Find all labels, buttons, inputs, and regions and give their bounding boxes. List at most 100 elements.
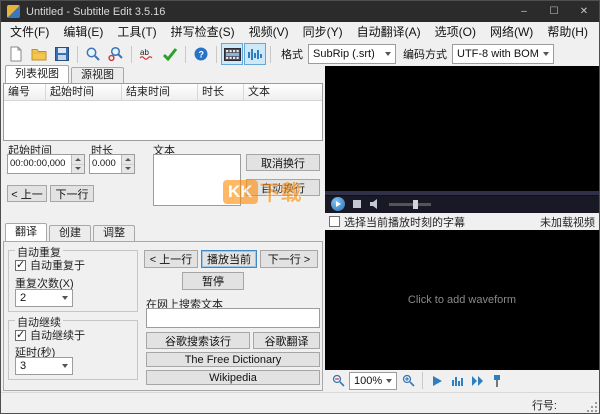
minimize-button[interactable]: –	[509, 1, 539, 22]
tab-create[interactable]: 创建	[49, 225, 91, 241]
spin-buttons[interactable]	[71, 155, 84, 173]
fix-errors-button[interactable]	[159, 43, 181, 65]
menu-tools[interactable]: 工具(T)	[110, 22, 163, 42]
subtitle-list[interactable]: 编号 起始时间 结束时间 时长 文本	[3, 83, 323, 141]
video-pane: 选择当前播放时刻的字幕 未加载视频 Click to add waveform …	[325, 66, 599, 391]
toolbar-separator	[185, 45, 186, 63]
duration-spinner[interactable]: 0.000	[89, 154, 135, 174]
video-player[interactable]	[325, 66, 599, 213]
menu-edit[interactable]: 编辑(E)	[56, 22, 110, 42]
free-dictionary-button[interactable]: The Free Dictionary	[146, 352, 320, 367]
start-time-value: 00:00:00,000	[10, 158, 66, 169]
new-button[interactable]	[5, 43, 27, 65]
auto-continue-checkbox[interactable]	[15, 328, 26, 341]
sync-subtitle-label: 选择当前播放时刻的字幕	[344, 216, 465, 229]
tab-translate[interactable]: 翻译	[5, 223, 47, 241]
toolbar-separator	[216, 45, 217, 63]
encoding-select[interactable]: UTF-8 with BOM	[452, 44, 554, 64]
menu-video[interactable]: 视频(V)	[242, 22, 296, 42]
svg-text:?: ?	[199, 50, 205, 60]
column-text[interactable]: 文本	[244, 84, 322, 100]
play-icon	[433, 375, 442, 386]
spell-check-button[interactable]: ab	[136, 43, 158, 65]
pause-button[interactable]: 暂停	[182, 272, 244, 290]
menu-auto-translate[interactable]: 自动翻译(A)	[350, 22, 428, 42]
waveform-area[interactable]: Click to add waveform	[325, 230, 599, 370]
google-translate-button[interactable]: 谷歌翻译	[253, 332, 320, 349]
spin-buttons[interactable]	[121, 155, 134, 173]
repeat-count-select[interactable]: 2	[15, 289, 73, 307]
waveform-fast-forward-button[interactable]	[468, 372, 486, 390]
delay-select[interactable]: 3	[15, 357, 73, 375]
waveform-spectrogram-button[interactable]	[448, 372, 466, 390]
save-button[interactable]	[51, 43, 73, 65]
menu-networking[interactable]: 网络(W)	[483, 22, 540, 42]
close-button[interactable]: ✕	[569, 1, 599, 22]
toggle-video-button[interactable]	[221, 43, 243, 65]
app-icon	[7, 5, 20, 18]
stop-button[interactable]	[353, 200, 361, 208]
volume-slider[interactable]	[389, 199, 431, 209]
chevron-down-icon	[62, 296, 68, 300]
previous-subtitle-button[interactable]: < 上一	[7, 185, 47, 202]
new-file-icon	[10, 46, 22, 62]
sync-subtitle-checkbox[interactable]	[329, 216, 340, 227]
line-number-label: 行号:	[531, 400, 557, 412]
waveform-zoom-select[interactable]: 100%	[349, 371, 397, 390]
menu-file[interactable]: 文件(F)	[3, 22, 56, 42]
toggle-waveform-button[interactable]	[244, 43, 266, 65]
chevron-down-icon	[543, 52, 549, 56]
format-value: SubRip (.srt)	[313, 48, 375, 60]
waveform-play-button[interactable]	[428, 372, 446, 390]
waveform-position-marker[interactable]	[488, 372, 506, 390]
previous-line-button[interactable]: < 上一行	[144, 250, 198, 268]
column-duration[interactable]: 时长	[198, 84, 244, 100]
view-tabs: 列表视图 源视图	[3, 65, 323, 83]
translate-panel: 自动重复 自动重复于 重复次数(X) 2 自动继续 自动继续于 延时(秒)	[3, 241, 323, 391]
spell-check-icon: ab	[139, 48, 153, 60]
find-button[interactable]	[82, 43, 104, 65]
volume-thumb[interactable]	[413, 199, 418, 209]
video-buttons-row	[325, 196, 599, 212]
next-line-button[interactable]: 下一行 >	[260, 250, 318, 268]
unbreak-button[interactable]: 取消换行	[246, 154, 320, 171]
web-search-input[interactable]	[146, 308, 320, 328]
video-status-label: 未加载视频	[540, 216, 595, 229]
waveform-zoom-in-button[interactable]	[399, 372, 417, 390]
tab-source-view[interactable]: 源视图	[71, 67, 124, 83]
subtitle-text-input[interactable]	[153, 154, 241, 206]
maximize-button[interactable]: ☐	[539, 1, 569, 22]
toolbar-separator	[422, 372, 423, 389]
column-number[interactable]: 编号	[4, 84, 46, 100]
mode-tabs: 翻译 创建 调整	[3, 223, 323, 241]
resize-grip[interactable]	[586, 401, 598, 413]
auto-continue-row: 自动继续于	[15, 327, 85, 343]
column-start-time[interactable]: 起始时间	[46, 84, 122, 100]
column-end-time[interactable]: 结束时间	[122, 84, 198, 100]
help-button[interactable]: ?	[190, 43, 212, 65]
next-subtitle-button[interactable]: 下一行	[50, 185, 94, 202]
auto-continue-group: 自动继续 自动继续于 延时(秒) 3	[8, 314, 138, 380]
wikipedia-button[interactable]: Wikipedia	[146, 370, 320, 385]
play-button[interactable]	[331, 197, 345, 211]
format-select[interactable]: SubRip (.srt)	[308, 44, 396, 64]
svg-text:ab: ab	[140, 48, 149, 57]
toolbar-separator	[270, 45, 271, 63]
waveform-zoom-out-button[interactable]	[329, 372, 347, 390]
google-search-button[interactable]: 谷歌搜索该行	[146, 332, 250, 349]
auto-repeat-label: 自动重复于	[30, 260, 85, 272]
open-button[interactable]	[28, 43, 50, 65]
tab-list-view[interactable]: 列表视图	[5, 65, 69, 83]
menu-sync[interactable]: 同步(Y)	[296, 22, 350, 42]
play-current-button[interactable]: 播放当前	[201, 250, 257, 268]
volume-icon[interactable]	[369, 198, 381, 210]
film-icon	[223, 47, 241, 61]
menu-help[interactable]: 帮助(H)	[540, 22, 595, 42]
start-time-spinner[interactable]: 00:00:00,000	[7, 154, 85, 174]
tab-adjust[interactable]: 调整	[93, 225, 135, 241]
menu-spell-check[interactable]: 拼写检查(S)	[164, 22, 242, 42]
auto-repeat-checkbox[interactable]	[15, 258, 26, 271]
menu-options[interactable]: 选项(O)	[428, 22, 483, 42]
auto-break-button[interactable]: 自动换行	[246, 179, 320, 196]
replace-button[interactable]	[105, 43, 127, 65]
